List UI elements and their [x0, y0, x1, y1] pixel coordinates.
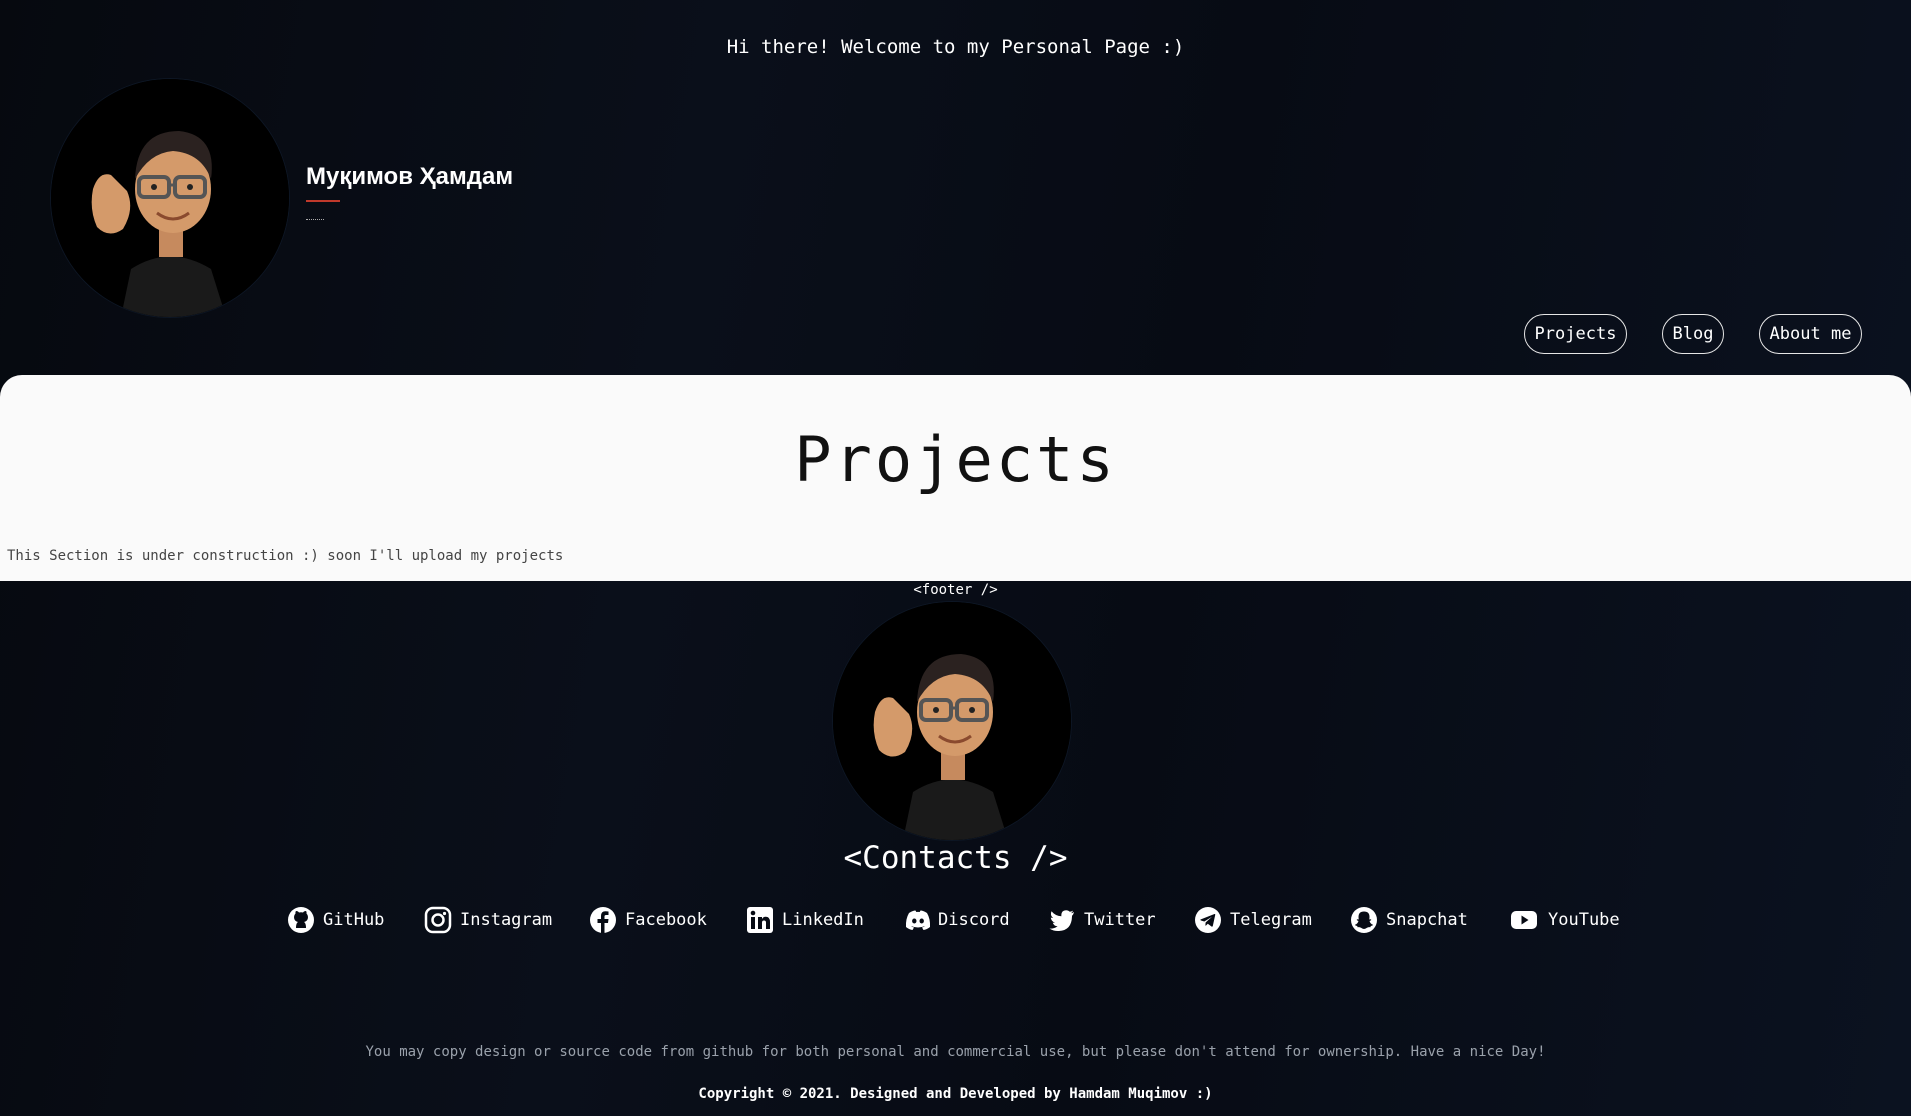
instagram-icon	[424, 906, 452, 934]
contact-snapchat-link[interactable]: Snapchat	[1350, 906, 1468, 934]
section-text: This Section is under construction :) so…	[7, 548, 564, 564]
license-disclaimer: You may copy design or source code from …	[365, 1044, 1546, 1060]
contact-label: Facebook	[625, 910, 707, 930]
nav-projects-button[interactable]: Projects	[1524, 314, 1627, 354]
contact-facebook-link[interactable]: Facebook	[589, 906, 707, 934]
contact-twitter-link[interactable]: Twitter	[1048, 906, 1156, 934]
contact-instagram-link[interactable]: Instagram	[424, 906, 552, 934]
contact-label: GitHub	[323, 910, 385, 930]
contact-label: Snapchat	[1386, 910, 1468, 930]
owner-name: Муқимов Ҳамдам	[306, 163, 514, 190]
avatar	[51, 79, 289, 317]
github-icon	[288, 907, 314, 933]
contacts-title: <Contacts />	[843, 840, 1068, 876]
youtube-icon	[1511, 911, 1537, 929]
contact-youtube-link[interactable]: YouTube	[1508, 906, 1620, 934]
contact-linkedin-link[interactable]: LinkedIn	[746, 906, 864, 934]
twitter-icon	[1049, 910, 1074, 932]
welcome-text: Hi there! Welcome to my Personal Page :)	[726, 36, 1185, 58]
contact-discord-link[interactable]: Discord	[902, 906, 1010, 934]
name-underline	[306, 200, 340, 202]
telegram-icon	[1195, 907, 1221, 933]
memoji-avatar-image	[833, 602, 1071, 840]
contact-label: YouTube	[1548, 910, 1620, 930]
nav-about-button[interactable]: About me	[1759, 314, 1862, 354]
nav-blog-button[interactable]: Blog	[1662, 314, 1724, 354]
contact-label: Twitter	[1084, 910, 1156, 930]
contact-label: Discord	[938, 910, 1010, 930]
copyright-text: Copyright © 2021. Designed and Developed…	[698, 1086, 1213, 1102]
contact-github-link[interactable]: GitHub	[287, 906, 384, 934]
footer-avatar	[833, 602, 1071, 840]
name-subtitle-dots	[306, 219, 324, 221]
memoji-avatar-image	[51, 79, 289, 317]
contact-label: Telegram	[1230, 910, 1312, 930]
footer-tag: <footer />	[913, 582, 998, 598]
discord-icon	[905, 910, 931, 930]
facebook-icon	[590, 907, 616, 933]
contact-label: LinkedIn	[782, 910, 864, 930]
projects-section: Projects This Section is under construct…	[0, 375, 1911, 581]
snapchat-icon	[1351, 907, 1377, 933]
contact-label: Instagram	[460, 910, 553, 930]
linkedin-icon	[747, 907, 773, 933]
contact-telegram-link[interactable]: Telegram	[1194, 906, 1312, 934]
section-title: Projects	[794, 423, 1117, 496]
